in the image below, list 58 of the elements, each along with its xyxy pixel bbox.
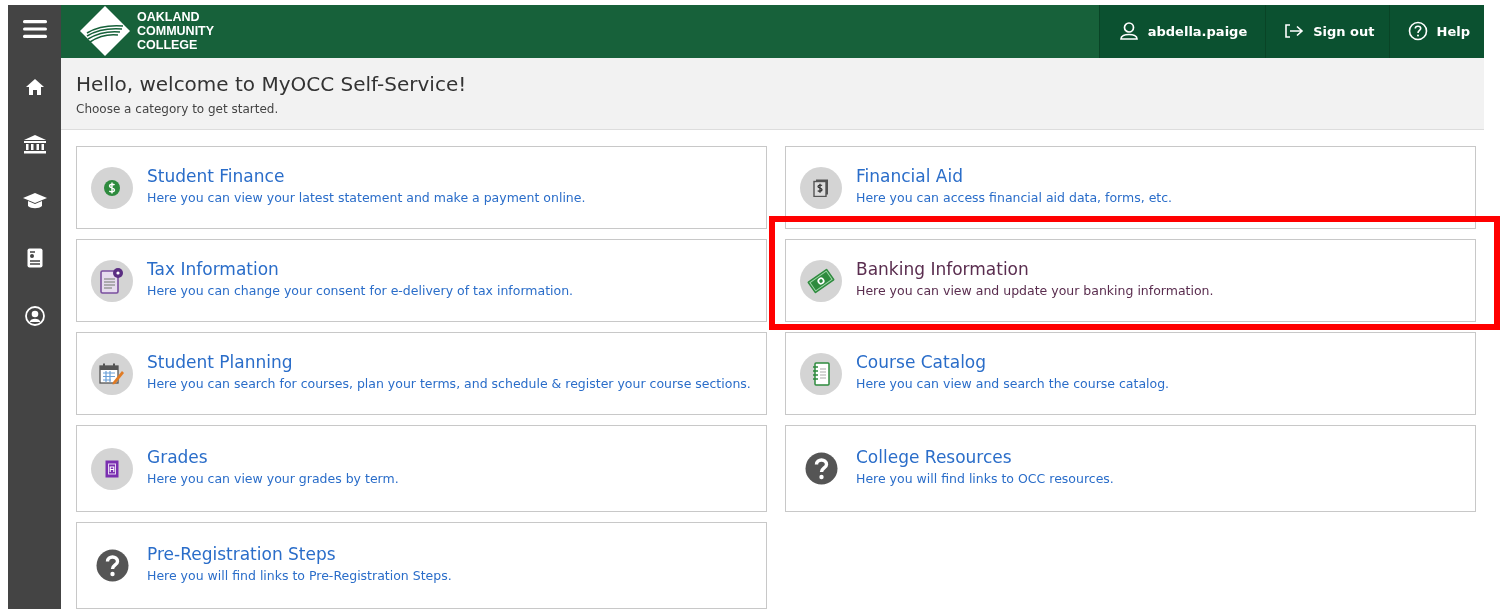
money-document-icon (813, 178, 829, 197)
category-card[interactable]: Financial Aid Here you can access financial aid data, forms, etc. (785, 146, 1476, 229)
sidebar-item[interactable] (22, 134, 47, 154)
card-title: Financial Aid (856, 166, 964, 186)
welcome-subtitle: Choose a category to get started. (76, 101, 280, 116)
card-description: Here you can view your latest statement and make a payment online. (147, 190, 586, 205)
card-title: Tax Information (147, 259, 280, 279)
category-card[interactable]: Student Finance Here you can view your latest statement and make a payment online. (76, 146, 767, 229)
card-title: Pre-Registration Steps (147, 544, 337, 564)
category-card[interactable]: Tax Information Here you can change your consent for e-delivery of tax information. (76, 239, 767, 322)
notebook-icon (812, 361, 830, 386)
help-button[interactable]: Help (1388, 5, 1484, 58)
card-description: Here you can access financial aid data, forms, etc. (856, 190, 1173, 205)
sidebar-item[interactable] (26, 248, 43, 268)
card-title: Grades (147, 447, 209, 467)
sign-out-button[interactable]: Sign out (1265, 5, 1389, 58)
card-title: Student Planning (147, 352, 294, 372)
card-title: Course Catalog (856, 352, 988, 372)
grade-card-icon (105, 459, 119, 478)
card-title: Student Finance (147, 166, 286, 186)
dollar-coin-icon (103, 178, 121, 197)
card-description: Here you can view and search the course catalog. (856, 376, 1170, 391)
home-icon (24, 78, 45, 96)
tax-document-icon (99, 266, 125, 295)
question-icon (95, 549, 129, 582)
category-card[interactable]: Student Planning Here you can search for courses, plan your terms, and schedule & register your course sections. (76, 332, 767, 415)
menu-button[interactable] (22, 20, 47, 38)
card-description: Here you can view and update your banking information. (856, 283, 1214, 298)
document-icon (26, 248, 43, 268)
bank-icon (22, 134, 47, 154)
sidebar-item[interactable] (24, 78, 45, 96)
sign-out-icon (1284, 23, 1305, 40)
graduation-cap-icon (21, 192, 48, 210)
profile-icon (24, 306, 45, 326)
menu-icon (22, 20, 47, 38)
card-description: Here you can change your consent for e-delivery of tax information. (147, 283, 574, 298)
calendar-pencil-icon (99, 361, 125, 386)
category-card[interactable]: Course Catalog Here you can view and search the course catalog. (785, 332, 1476, 415)
sidebar-item[interactable] (21, 192, 48, 210)
category-card[interactable]: Pre-Registration Steps Here you will find links to Pre-Registration Steps. (76, 522, 767, 609)
help-icon (1407, 21, 1428, 42)
card-description: Here you will find links to OCC resources. (856, 471, 1114, 486)
card-description: Here you can view your grades by term. (147, 471, 399, 486)
category-card[interactable]: Banking Information Here you can view and update your banking information. (785, 239, 1476, 322)
welcome-heading: Hello, welcome to MyOCC Self-Service! (76, 71, 468, 96)
card-description: Here you can search for courses, plan your terms, and schedule & register your course sections. (147, 376, 751, 391)
logo-text: OAKLAND (137, 10, 201, 25)
question-icon (804, 452, 838, 485)
logo-text: COLLEGE (137, 38, 199, 53)
user-icon (1118, 21, 1139, 42)
user-menu-button[interactable]: abdella.paige (1098, 5, 1266, 58)
category-card[interactable]: College Resources Here you will find links to OCC resources. (785, 425, 1476, 512)
logo-text: COMMUNITY (137, 24, 215, 39)
sidebar-item[interactable] (24, 306, 45, 326)
card-title: Banking Information (856, 259, 1030, 279)
card-title: College Resources (856, 447, 1013, 467)
card-description: Here you will find links to Pre-Registration Steps. (147, 568, 452, 583)
category-card[interactable]: Grades Here you can view your grades by term. (76, 425, 767, 512)
